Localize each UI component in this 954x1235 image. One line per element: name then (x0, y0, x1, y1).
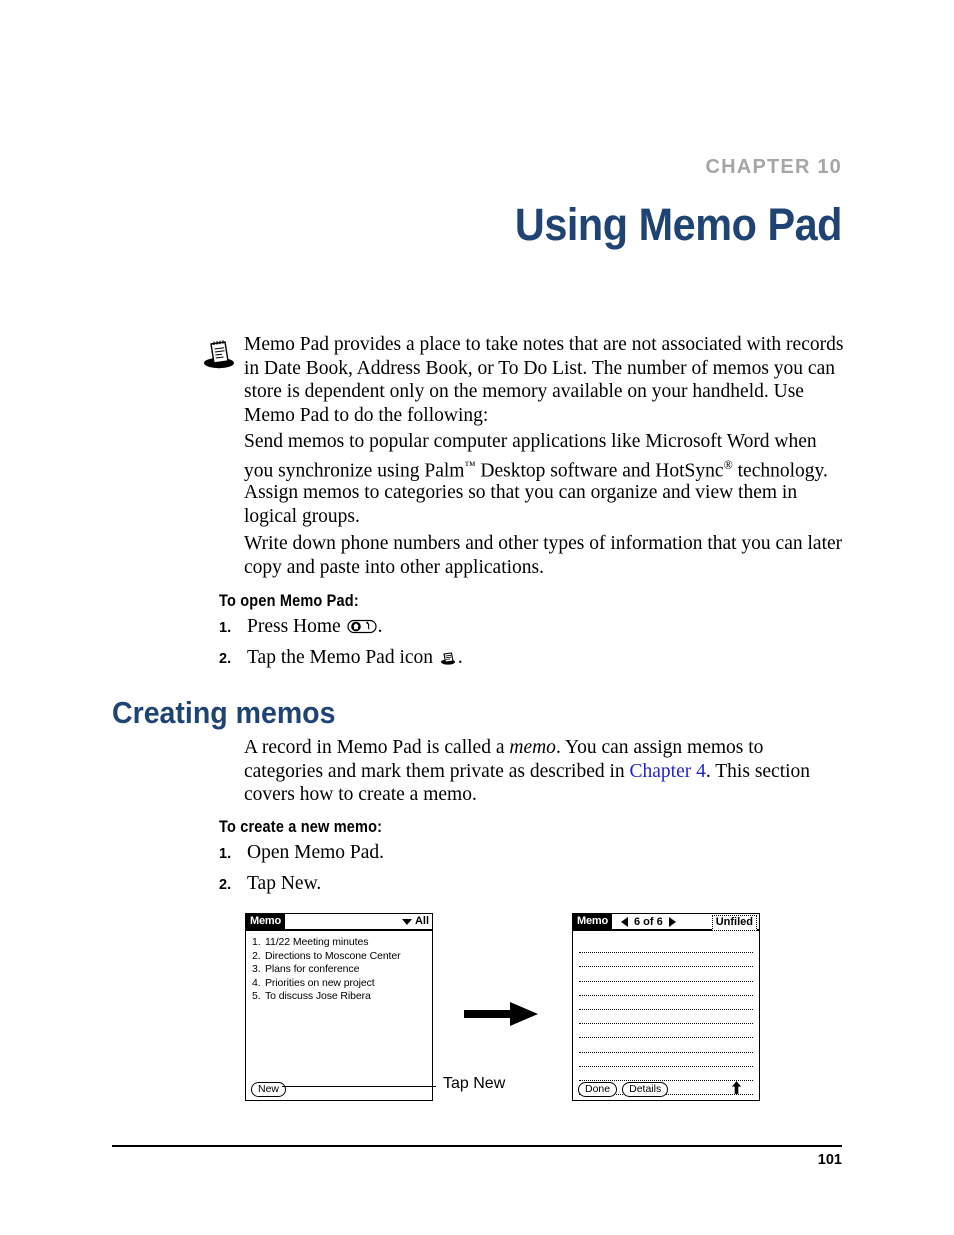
open-step-1-text: Press Home . (247, 615, 839, 640)
bullet-1-text-c: technology. (732, 460, 828, 481)
category-picker[interactable]: All (401, 914, 429, 929)
open-step-2: 2. Tap the Memo Pad icon . (219, 646, 839, 671)
intro-block: Memo Pad provides a place to take notes … (204, 333, 844, 427)
note-line (579, 982, 753, 996)
list-item[interactable]: 3. Plans for conference (252, 963, 432, 977)
home-button-icon (346, 617, 377, 640)
scroll-up-icon[interactable] (731, 1080, 742, 1098)
open-step-2-label: Tap the Memo Pad icon (247, 647, 438, 668)
bullet-paragraph-3: Write down phone numbers and other types… (244, 533, 843, 578)
note-line (579, 939, 753, 954)
list-item-label: To discuss Jose Ribera (265, 990, 371, 1002)
open-step-2-number: 2. (219, 651, 232, 667)
registered-symbol: ® (723, 457, 733, 472)
open-step-1: 1. Press Home . (219, 615, 839, 640)
creating-memos-paragraph: A record in Memo Pad is called a memo. Y… (244, 736, 844, 807)
memo-pad-icon (202, 339, 236, 369)
create-step-1: 1. Open Memo Pad. (219, 841, 839, 866)
create-step-1-text: Open Memo Pad. (247, 842, 385, 863)
create-step-2-text: Tap New. (247, 873, 322, 894)
memo-edit-title: Memo (573, 914, 612, 929)
callout-leader-line (282, 1086, 436, 1087)
memo-list-titlebar: Memo All (246, 914, 432, 931)
intro-paragraph: Memo Pad provides a place to take notes … (244, 334, 844, 426)
bullet-paragraph-2: Assign memos to categories so that you c… (244, 482, 798, 527)
list-item[interactable]: 2. Directions to Moscone Center (252, 950, 432, 964)
note-line (579, 953, 753, 968)
note-line (579, 1010, 753, 1025)
memo-pad-small-icon (440, 648, 456, 671)
list-item-label: 11/22 Meeting minutes (265, 936, 369, 948)
bullet-paragraph-1: Send memos to popular computer applicati… (244, 430, 844, 483)
chapter-label: CHAPTER 10 (705, 156, 842, 178)
create-step-1-number: 1. (219, 846, 232, 862)
memo-edit-footer: Done Details (573, 1078, 759, 1100)
list-item-label: Directions to Moscone Center (265, 949, 401, 962)
creating-text-a: A record in Memo Pad is called a (244, 737, 510, 758)
new-button[interactable]: New (251, 1081, 287, 1097)
footer-divider (112, 1145, 842, 1147)
list-item-number: 5. (252, 990, 261, 1002)
list-item[interactable]: 1. 11/22 Meeting minutes (252, 936, 432, 950)
trademark-symbol: ™ (464, 459, 476, 472)
list-item-label: Plans for conference (265, 963, 360, 975)
bullet-1-text-b: Desktop software and HotSync (475, 460, 724, 481)
creating-memos-heading: Creating memos (112, 695, 336, 730)
page-number: 101 (817, 1152, 842, 1168)
chapter-title: Using Memo Pad (514, 199, 843, 250)
memo-list: 1. 11/22 Meeting minutes 2. Directions to … (246, 931, 432, 1004)
open-step-2-period: . (457, 647, 463, 668)
open-step-1-label: Press Home (247, 616, 346, 637)
chevron-down-icon (401, 918, 412, 925)
callout-tap-new-label: Tap New (443, 1075, 506, 1092)
create-step-2-number: 2. (219, 877, 232, 893)
next-record-icon[interactable] (668, 916, 676, 927)
record-counter: 6 of 6 (634, 915, 663, 928)
open-step-1-number: 1. (219, 620, 232, 636)
chapter-4-link[interactable]: Chapter 4 (630, 761, 706, 782)
note-line (579, 996, 753, 1010)
memo-list-title: Memo (246, 914, 285, 929)
previous-record-icon[interactable] (621, 916, 628, 927)
memo-list-screen: Memo All 1. 11/22 Meeting minutes 2. Direc… (245, 913, 433, 1101)
record-navigator: 6 of 6 (621, 914, 676, 929)
category-unfiled-button[interactable]: Unfiled (711, 915, 757, 931)
list-item-number: 3. (252, 963, 261, 975)
note-line (579, 1053, 753, 1067)
list-item[interactable]: 4. Priorities on new project (252, 977, 432, 991)
list-item[interactable]: 5. To discuss Jose Ribera (252, 990, 432, 1004)
note-line (579, 1038, 753, 1053)
document-page: CHAPTER 10 Using Memo Pad Memo Pad provi… (0, 0, 954, 1235)
open-step-1-period: . (377, 616, 383, 637)
list-item-number: 4. (252, 976, 261, 989)
open-memo-pad-heading: To open Memo Pad: (219, 592, 359, 610)
create-step-2: 2. Tap New. (219, 872, 839, 897)
right-arrow-icon (464, 999, 540, 1029)
note-line (579, 1024, 753, 1039)
category-label: All (414, 915, 429, 927)
done-button[interactable]: Done (578, 1081, 618, 1097)
note-line (579, 967, 753, 982)
create-new-memo-heading: To create a new memo: (219, 818, 383, 836)
list-item-label: Priorities on new project (265, 976, 375, 989)
list-item-number: 1. (252, 936, 261, 948)
memo-edit-screen: Memo 6 of 6 Unfiled Done Details (572, 913, 760, 1101)
note-writing-area[interactable] (573, 931, 759, 1096)
chapter-header: CHAPTER 10 Using Memo Pad (112, 155, 843, 250)
memo-edit-titlebar: Memo 6 of 6 Unfiled (573, 914, 759, 931)
memo-italic-term: memo (509, 737, 556, 758)
open-step-2-text: Tap the Memo Pad icon . (247, 646, 839, 671)
memo-list-footer: New (246, 1078, 432, 1100)
details-button[interactable]: Details (622, 1081, 669, 1097)
list-item-number: 2. (252, 949, 261, 962)
